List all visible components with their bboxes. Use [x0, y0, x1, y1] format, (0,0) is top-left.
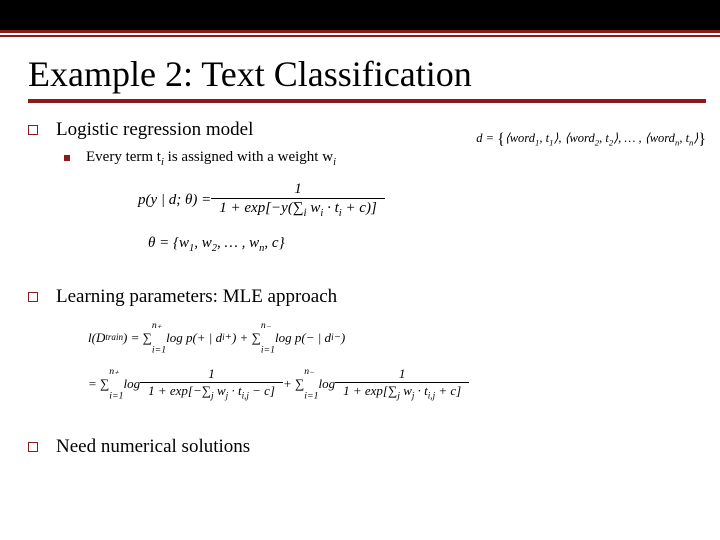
- formula-prob: p(y | d; θ) = 1 1 + exp[−y(∑i wi · ti + …: [138, 180, 706, 221]
- top-band: [0, 0, 720, 30]
- bullet-icon: [28, 125, 38, 135]
- mle-line-2: = ∑n₊i=1 log 1 1 + exp[−∑j wj · ti,j − c…: [88, 366, 706, 402]
- bullet-text: Logistic regression model: [56, 119, 253, 141]
- bullet-mle: Learning parameters: MLE approach: [28, 286, 706, 308]
- doc-vec-pre: d =: [476, 131, 497, 145]
- sub-bullet-text: Every term ti is assigned with a weight …: [86, 149, 336, 168]
- bullet-text: Learning parameters: MLE approach: [56, 286, 337, 308]
- bullet-text: Need numerical solutions: [56, 436, 250, 458]
- bullet-numerical: Need numerical solutions: [28, 436, 706, 458]
- bullet-icon: [28, 292, 38, 302]
- content: Example 2: Text Classification Logistic …: [28, 55, 706, 530]
- sub-bullet-term-weight: Every term ti is assigned with a weight …: [64, 149, 706, 168]
- slide-title: Example 2: Text Classification: [28, 55, 706, 95]
- accent-line-1: [0, 30, 720, 33]
- theta-text: θ = {w1, w2, … , wn, c}: [148, 235, 285, 251]
- formula-mle: l(Dtrain) = ∑n₊i=1 log p(+ | di+) + ∑n₋i…: [88, 320, 706, 402]
- accent-line-2: [0, 35, 720, 37]
- formula-doc-vector: d = {{⟨word₁, t₁⟩, ⟨word₂, t₂⟩, … , ⟨wor…: [476, 130, 706, 149]
- p-fraction: 1 1 + exp[−y(∑i wi · ti + c)]: [211, 180, 385, 221]
- bullet-icon: [28, 442, 38, 452]
- formula-theta: θ = {w1, w2, … , wn, c} θ = {w₁, w₂, … ,…: [148, 234, 706, 256]
- slide: Example 2: Text Classification Logistic …: [0, 0, 720, 540]
- sub-bullet-icon: [64, 155, 70, 161]
- mle-line-1: l(Dtrain) = ∑n₊i=1 log p(+ | di+) + ∑n₋i…: [88, 320, 706, 356]
- title-underline: [28, 99, 706, 103]
- p-lhs: p(y | d; θ) =: [138, 191, 211, 209]
